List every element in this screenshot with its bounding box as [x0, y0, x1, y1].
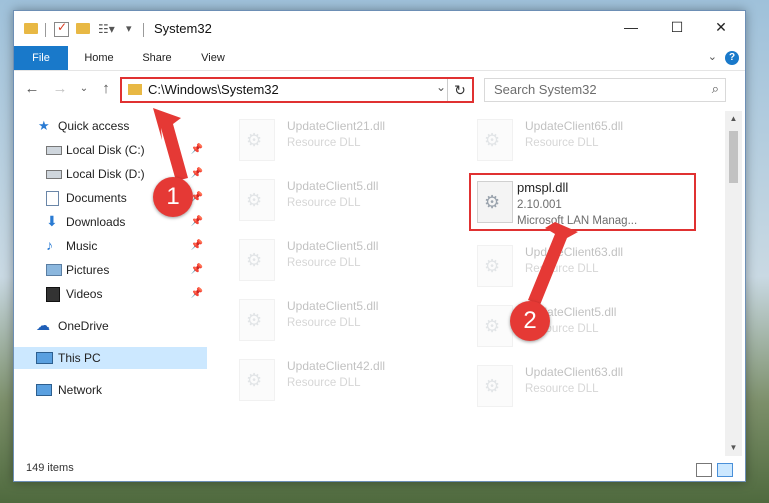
- file-tile[interactable]: ⚙ UpdateClient21.dll Resource DLL: [229, 111, 444, 167]
- tab-file[interactable]: File: [14, 46, 68, 70]
- pin-icon[interactable]: 📌: [191, 240, 203, 251]
- file-explorer-window: ✓ ☷▾ ▾ System32 — ☐ ✕ File Home Share Vi…: [13, 10, 746, 482]
- file-tile[interactable]: ⚙ UpdateClient63.dll Resource DLL: [467, 237, 682, 293]
- minimize-button[interactable]: —: [608, 11, 654, 44]
- step-2-badge: 2: [510, 301, 550, 341]
- separator: [143, 23, 144, 37]
- dll-file-icon: ⚙: [477, 365, 513, 407]
- window-title: System32: [154, 21, 212, 36]
- details-view-icon[interactable]: [696, 463, 712, 477]
- pin-icon[interactable]: 📌: [191, 144, 203, 155]
- chevron-down-icon[interactable]: ⌄: [708, 50, 717, 63]
- network-icon: [36, 384, 52, 396]
- computer-icon: [36, 352, 53, 364]
- address-path[interactable]: C:\Windows\System32: [148, 82, 279, 97]
- scroll-up-icon[interactable]: ▲: [725, 111, 742, 127]
- chevron-down-icon[interactable]: ⌄: [436, 80, 446, 94]
- dll-file-icon: ⚙: [477, 305, 513, 347]
- maximize-button[interactable]: ☐: [654, 11, 700, 44]
- dll-file-icon: ⚙: [239, 119, 275, 161]
- dll-file-icon: ⚙: [239, 299, 275, 341]
- step-1-badge: 1: [153, 177, 193, 217]
- navigation-bar: ← → ⌄ ↑ C:\Windows\System32 ⌄ ↻ Search S…: [14, 71, 745, 107]
- download-icon: ⬇: [46, 213, 58, 229]
- back-arrow-icon[interactable]: ←: [22, 79, 42, 99]
- folder-icon: [128, 84, 142, 95]
- star-icon: ★: [38, 118, 50, 133]
- sidebar-item-this-pc[interactable]: This PC: [14, 347, 207, 369]
- file-tile[interactable]: ⚙ UpdateClient5.dll Resource DLL: [229, 291, 444, 347]
- scrollbar-thumb[interactable]: [729, 131, 738, 183]
- search-icon[interactable]: ⌕: [712, 81, 719, 97]
- properties-icon[interactable]: ✓: [54, 20, 69, 37]
- pin-icon[interactable]: 📌: [191, 288, 203, 299]
- dll-file-icon: ⚙: [239, 359, 275, 401]
- file-tile[interactable]: ⚙ UpdateClient5.dll Resource DLL: [229, 231, 444, 287]
- documents-icon: [46, 191, 59, 206]
- file-version: 2.10.001: [517, 199, 562, 211]
- forward-arrow-icon[interactable]: →: [50, 79, 70, 99]
- scroll-down-icon[interactable]: ▼: [725, 440, 742, 456]
- customize-toolbar-icon[interactable]: ▾: [126, 22, 132, 38]
- dll-file-icon: ⚙: [477, 181, 513, 223]
- videos-icon: [46, 287, 60, 302]
- view-options-icon[interactable]: ☷▾: [98, 22, 115, 38]
- pin-icon[interactable]: 📌: [191, 216, 203, 227]
- file-tile[interactable]: ⚙ UpdateClient65.dll Resource DLL: [467, 111, 682, 167]
- navigation-pane: ★ Quick access Local Disk (C:) 📌 Local D…: [14, 111, 207, 456]
- file-tile[interactable]: ⚙ UpdateClient5.dll Resource DLL: [229, 171, 444, 227]
- recent-locations-chevron-icon[interactable]: ⌄: [74, 79, 94, 99]
- folder-icon[interactable]: [24, 23, 38, 34]
- search-placeholder: Search System32: [494, 82, 597, 97]
- separator: [45, 23, 46, 37]
- tab-home[interactable]: Home: [76, 46, 122, 70]
- pin-icon[interactable]: 📌: [191, 168, 203, 179]
- sidebar-item-music[interactable]: ♪ Music 📌: [14, 235, 207, 257]
- status-bar: 149 items: [14, 457, 745, 481]
- vertical-scrollbar[interactable]: ▲ ▼: [725, 111, 742, 456]
- cloud-icon: ☁: [36, 317, 50, 333]
- dll-file-icon: ⚙: [239, 179, 275, 221]
- file-name: pmspl.dll: [517, 180, 569, 195]
- item-count: 149 items: [26, 462, 74, 474]
- drive-icon: [46, 146, 62, 155]
- search-input[interactable]: Search System32 ⌕: [484, 78, 726, 102]
- file-list: ⚙ UpdateClient21.dll Resource DLL ⚙ Upda…: [219, 111, 723, 456]
- sidebar-item-local-disk-c[interactable]: Local Disk (C:) 📌: [14, 139, 207, 161]
- pictures-icon: [46, 264, 62, 276]
- sidebar-item-network[interactable]: Network: [14, 379, 207, 401]
- file-tile[interactable]: ⚙ UpdateClient63.dll Resource DLL: [467, 357, 682, 413]
- sidebar-item-videos[interactable]: Videos 📌: [14, 283, 207, 305]
- sidebar-item-quick-access[interactable]: ★ Quick access: [14, 115, 207, 137]
- ribbon: File Home Share View ⌄ ?: [14, 46, 745, 71]
- file-tile[interactable]: ⚙ UpdateClient42.dll Resource DLL: [229, 351, 444, 407]
- large-icons-view-icon[interactable]: [717, 463, 733, 477]
- file-tile[interactable]: ⚙ UpdateClient5.dll Resource DLL: [467, 297, 682, 353]
- tab-view[interactable]: View: [190, 46, 236, 70]
- pin-icon[interactable]: 📌: [191, 264, 203, 275]
- address-bar[interactable]: C:\Windows\System32 ⌄ ↻: [120, 77, 474, 103]
- sidebar-item-onedrive[interactable]: ☁ OneDrive: [14, 315, 207, 337]
- help-icon[interactable]: ?: [725, 51, 739, 65]
- title-bar: ✓ ☷▾ ▾ System32 — ☐ ✕: [14, 11, 745, 46]
- dll-file-icon: ⚙: [239, 239, 275, 281]
- dll-file-icon: ⚙: [477, 119, 513, 161]
- up-arrow-icon[interactable]: ↑: [96, 79, 116, 99]
- file-description: Microsoft LAN Manag...: [517, 215, 638, 227]
- refresh-icon[interactable]: ↻: [447, 79, 472, 101]
- sidebar-item-pictures[interactable]: Pictures 📌: [14, 259, 207, 281]
- new-folder-icon[interactable]: [76, 23, 90, 34]
- dll-file-icon: ⚙: [477, 245, 513, 287]
- drive-icon: [46, 170, 62, 179]
- tab-share[interactable]: Share: [134, 46, 180, 70]
- close-button[interactable]: ✕: [698, 11, 744, 44]
- music-icon: ♪: [46, 237, 53, 253]
- highlighted-file-tile[interactable]: ⚙ pmspl.dll 2.10.001 Microsoft LAN Manag…: [469, 173, 696, 231]
